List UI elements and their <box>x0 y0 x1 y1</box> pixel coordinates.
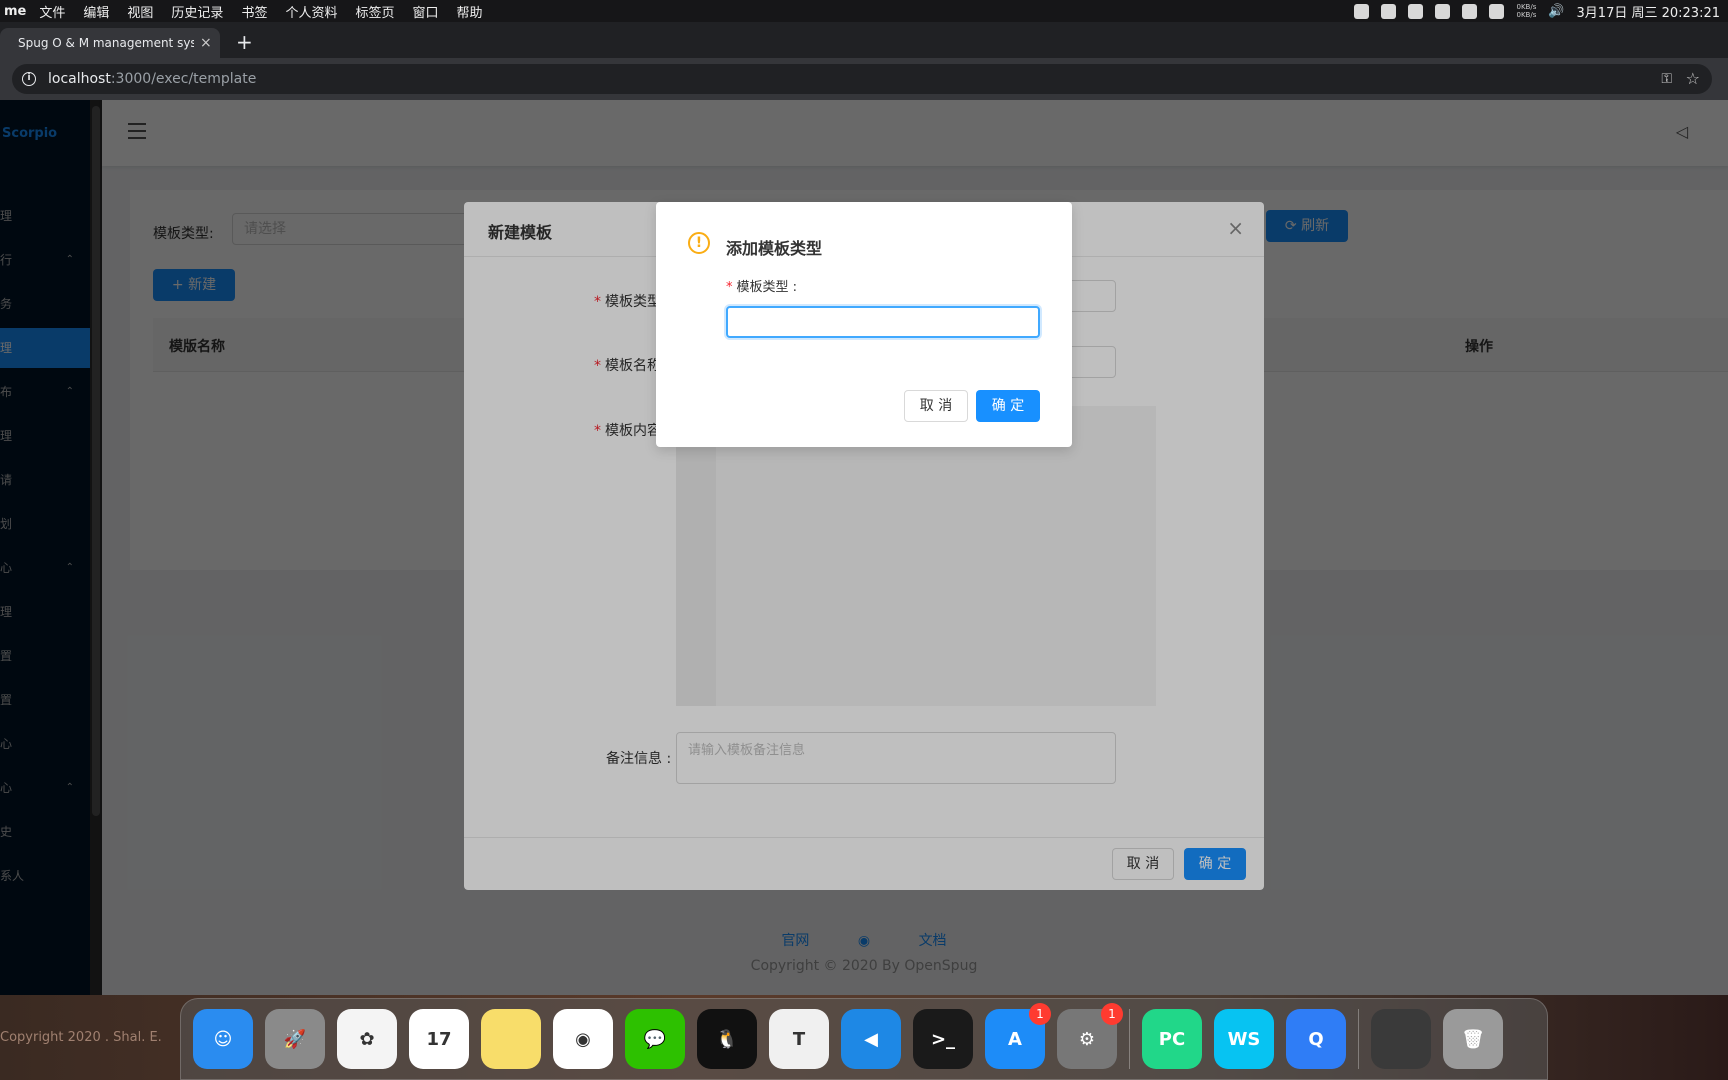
menu-tabs[interactable]: 标签页 <box>346 2 403 21</box>
template-type-input[interactable] <box>726 306 1040 338</box>
menu-history[interactable]: 历史记录 <box>162 2 232 21</box>
menu-edit[interactable]: 编辑 <box>74 2 118 21</box>
chrome-icon[interactable]: ◉ <box>553 1009 613 1069</box>
typora-icon[interactable]: T <box>769 1009 829 1069</box>
dialog-ok-button[interactable]: 确 定 <box>976 390 1040 422</box>
dialog-title: 添加模板类型 <box>726 239 823 258</box>
menu-view[interactable]: 视图 <box>118 2 162 21</box>
cat-icon[interactable] <box>1489 3 1505 19</box>
calendar-icon[interactable]: 17 <box>409 1009 469 1069</box>
screenshot-preview-icon[interactable] <box>1371 1009 1431 1069</box>
wrench-icon[interactable] <box>1435 3 1451 19</box>
key-icon[interactable]: ⚿ <box>1661 71 1672 87</box>
volume-icon[interactable]: 🔊 <box>1548 4 1564 19</box>
browser-tab[interactable]: Spug O & M management system × <box>0 28 220 58</box>
menu-bookmarks[interactable]: 书签 <box>232 2 276 21</box>
browser-toolbar: i localhost :3000/exec/template ⚿ ☆ <box>0 58 1728 100</box>
url-host: localhost <box>48 71 111 87</box>
new-tab-button[interactable]: + <box>236 32 253 52</box>
notes-icon[interactable] <box>481 1009 541 1069</box>
bookmark-star-icon[interactable]: ☆ <box>1686 69 1700 88</box>
docker-icon[interactable] <box>1408 3 1424 19</box>
tab-close-icon[interactable]: × <box>200 35 212 51</box>
menu-file[interactable]: 文件 <box>30 2 74 21</box>
template-type-label: * 模板类型 : <box>726 280 798 295</box>
browser-tab-bar: Spug O & M management system × + <box>0 22 1728 58</box>
notification-badge: 1 <box>1101 1003 1123 1025</box>
clock[interactable]: 3月17日 周三 20:23:21 <box>1577 2 1720 21</box>
exclamation-icon: ! <box>688 232 710 254</box>
qq-icon[interactable]: 🐧 <box>697 1009 757 1069</box>
desktop-watermark: Copyright 2020 . Shal. E. <box>0 1030 162 1045</box>
terminal-icon[interactable]: >_ <box>913 1009 973 1069</box>
vscode-icon[interactable]: ◀ <box>841 1009 901 1069</box>
status-tray: 0KB/s 0KB/s 🔊 3月17日 周三 20:23:21 <box>1354 0 1720 22</box>
webstorm-icon[interactable]: WS <box>1214 1009 1274 1069</box>
quicktime-icon[interactable]: Q <box>1286 1009 1346 1069</box>
trash-icon[interactable]: 🗑 <box>1443 1009 1503 1069</box>
menu-window[interactable]: 窗口 <box>403 2 447 21</box>
net-down: 0KB/s <box>1516 11 1537 19</box>
tab-title: Spug O & M management system <box>18 36 194 50</box>
dock: ☺ 🚀 ✿ 17 ◉ 💬 🐧 T ◀ >_ A 1 ⚙ 1 PC WS Q 🗑 <box>180 998 1548 1080</box>
dialog-cancel-button[interactable]: 取 消 <box>904 390 968 422</box>
launchpad-icon[interactable]: 🚀 <box>265 1009 325 1069</box>
menubar-app-name[interactable]: me <box>0 4 30 19</box>
record-icon[interactable] <box>1354 3 1370 19</box>
menu-help[interactable]: 帮助 <box>448 2 492 21</box>
app-store-icon[interactable]: A1 <box>985 1003 1051 1069</box>
menu-bar: me 文件 编辑 视图 历史记录 书签 个人资料 标签页 窗口 帮助 0KB/s… <box>0 0 1728 22</box>
bell-icon[interactable] <box>1381 3 1397 19</box>
dock-separator <box>1129 1009 1130 1069</box>
notification-badge: 1 <box>1029 1003 1051 1025</box>
speed-gauge-icon[interactable] <box>1462 3 1478 19</box>
dock-separator <box>1358 1009 1359 1069</box>
menu-profiles[interactable]: 个人资料 <box>276 2 346 21</box>
network-speed: 0KB/s 0KB/s <box>1516 3 1536 19</box>
add-template-type-dialog: ! 添加模板类型 * 模板类型 : 取 消 确 定 <box>656 202 1072 447</box>
finder-icon[interactable]: ☺ <box>193 1009 253 1069</box>
wechat-icon[interactable]: 💬 <box>625 1009 685 1069</box>
photos-icon[interactable]: ✿ <box>337 1009 397 1069</box>
site-info-icon[interactable]: i <box>22 72 36 86</box>
url-path: :3000/exec/template <box>110 71 257 87</box>
system-preferences-icon[interactable]: ⚙ 1 <box>1057 1003 1123 1069</box>
net-up: 0KB/s <box>1516 3 1537 11</box>
pycharm-icon[interactable]: PC <box>1142 1009 1202 1069</box>
address-bar[interactable]: i localhost :3000/exec/template ⚿ ☆ <box>12 64 1712 94</box>
